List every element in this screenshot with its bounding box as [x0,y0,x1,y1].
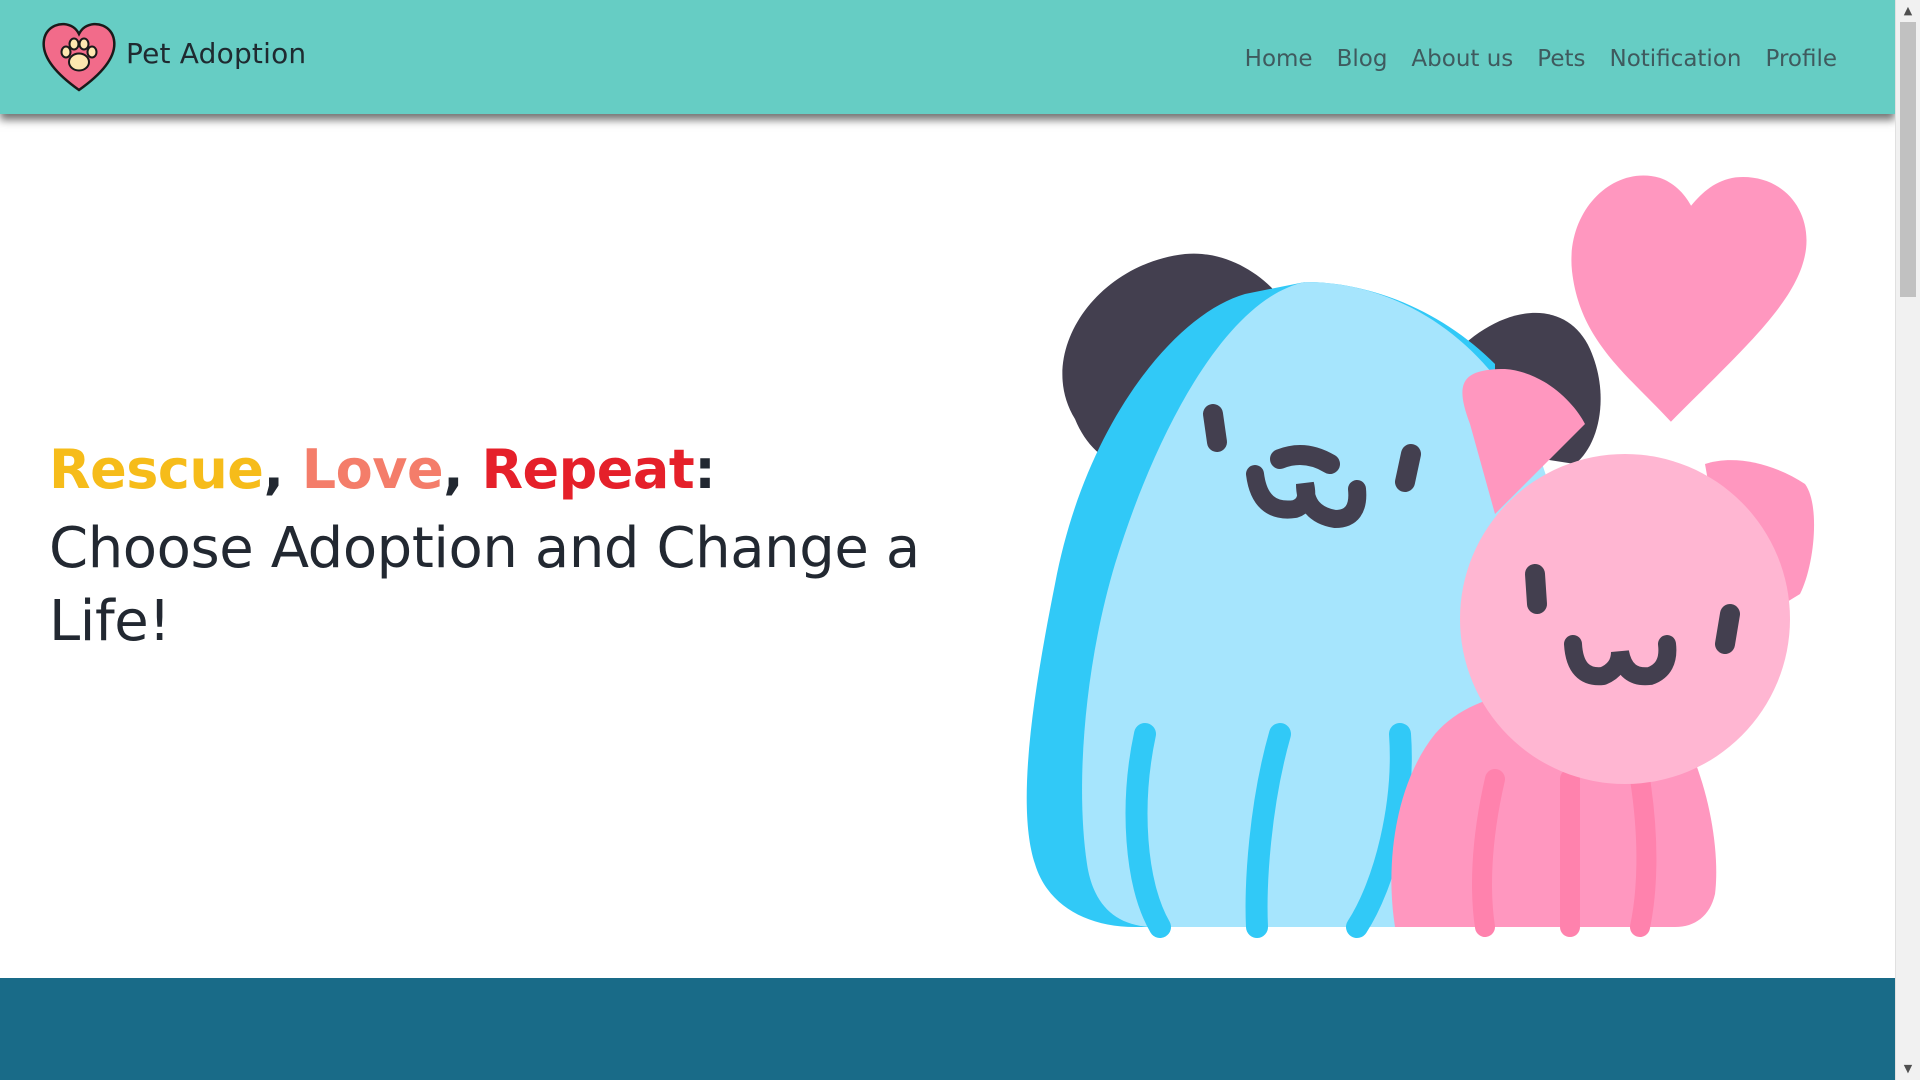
scroll-up-arrow-icon[interactable]: ▲ [1896,0,1920,22]
footer-band [0,978,1895,1080]
nav-item: Notification [1598,44,1754,74]
nav-item: About us [1399,44,1525,74]
nav-item: Blog [1325,44,1400,74]
hero-headline: Choose Adoption and Change a Life! [49,516,920,654]
vertical-scrollbar[interactable]: ▲ ▼ [1895,0,1920,1080]
scroll-down-arrow-icon[interactable]: ▼ [1896,1058,1920,1080]
dog-and-cat-illustration [1026,175,1815,938]
nav-link-blog[interactable]: Blog [1325,44,1400,74]
nav-link-notification[interactable]: Notification [1598,44,1754,74]
nav-item: Pets [1525,44,1597,74]
top-navbar: Pet Adoption Home Blog About us Pets Not… [0,0,1895,114]
scrollbar-thumb[interactable] [1900,22,1916,297]
tagline-comma: , [443,438,464,501]
tagline-word-repeat: Repeat [481,438,695,501]
brand-title: Pet Adoption [126,36,307,70]
tagline-word-rescue: Rescue [49,438,264,501]
tagline-colon: : [694,438,716,501]
nav-menu: Home Blog About us Pets Notification Pro… [1233,44,1849,74]
heart-paw-icon [42,22,116,92]
nav-link-about-us[interactable]: About us [1399,44,1525,74]
hero-text-block: Rescue, Love, Repeat: Choose Adoption an… [49,436,949,658]
hero-illustration [975,164,1855,944]
brand-link[interactable]: Pet Adoption [40,18,306,96]
nav-link-home[interactable]: Home [1233,44,1325,74]
nav-link-pets[interactable]: Pets [1525,44,1597,74]
nav-link-profile[interactable]: Profile [1753,44,1849,74]
hero-tagline: Rescue, Love, Repeat: [49,436,949,504]
page-viewport: Pet Adoption Home Blog About us Pets Not… [0,0,1895,1080]
nav-item: Profile [1753,44,1849,74]
tagline-comma: , [263,438,284,501]
tagline-word-love: Love [301,438,444,501]
heart-icon [1571,175,1807,422]
nav-item: Home [1233,44,1325,74]
hero-section: Rescue, Love, Repeat: Choose Adoption an… [0,114,1895,978]
